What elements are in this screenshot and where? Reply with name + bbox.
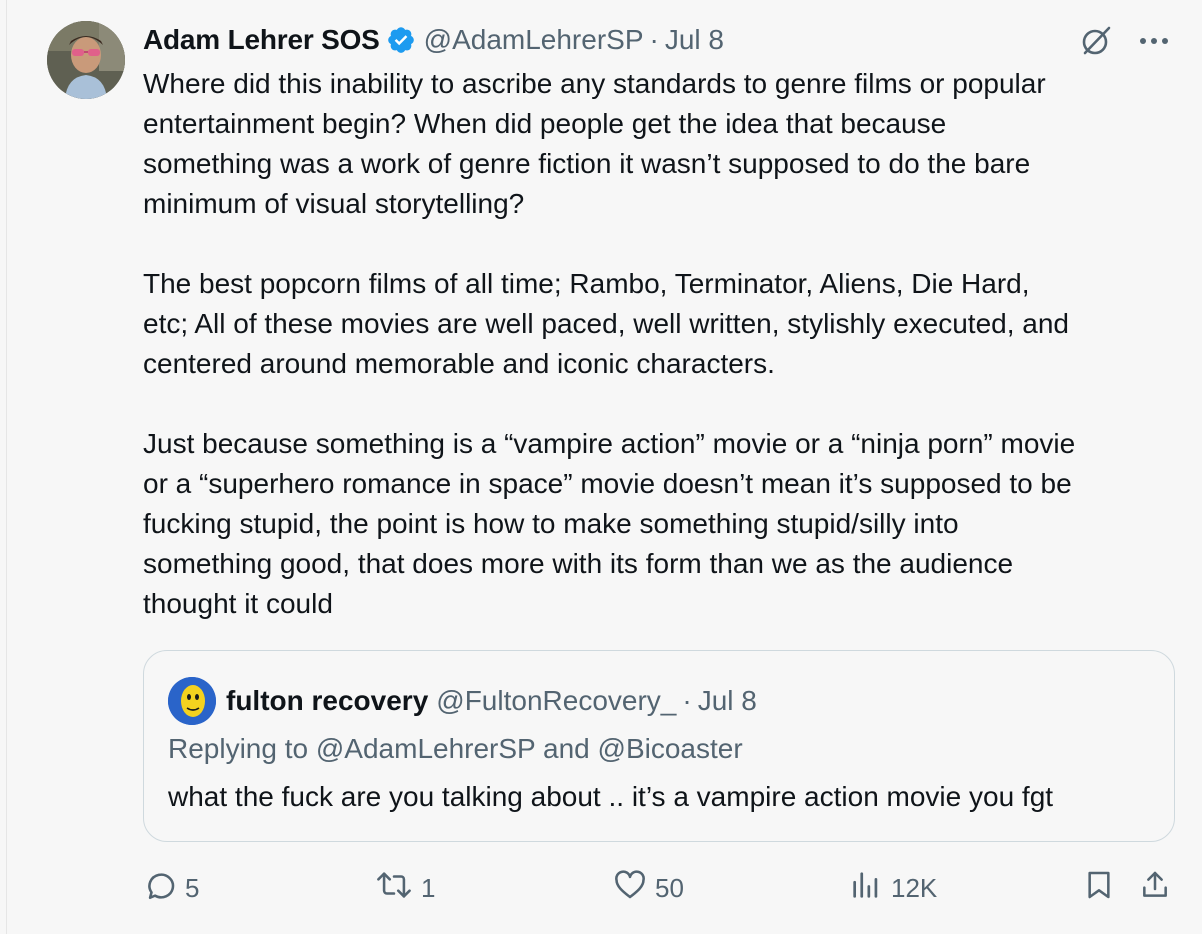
views-count: 12K: [891, 873, 938, 903]
like-button[interactable]: 50: [613, 868, 684, 909]
replying-mention-1[interactable]: @AdamLehrerSP: [316, 733, 535, 764]
author-name[interactable]: Adam Lehrer SOS: [143, 24, 380, 56]
quote-date[interactable]: Jul 8: [698, 685, 757, 717]
like-count: 50: [655, 873, 684, 903]
quote-author-name[interactable]: fulton recovery: [226, 685, 428, 717]
tweet-card: Adam Lehrer SOS @AdamLehrerSP · Jul 8 Wh: [6, 0, 1202, 934]
tweet-date[interactable]: Jul 8: [665, 24, 724, 56]
reply-button[interactable]: 5: [143, 868, 199, 909]
reply-count: 5: [185, 873, 200, 903]
top-actions: [1079, 24, 1169, 58]
bookmark-button[interactable]: [1083, 868, 1115, 909]
views-icon: [849, 868, 883, 909]
quote-header: fulton recovery @FultonRecovery_ · Jul 8: [168, 677, 757, 725]
reply-icon: [143, 868, 177, 909]
retweet-icon: [375, 868, 413, 909]
quoted-tweet[interactable]: fulton recovery @FultonRecovery_ · Jul 8…: [143, 650, 1175, 842]
verified-badge-icon: [386, 25, 416, 55]
retweet-button[interactable]: 1: [375, 868, 435, 909]
author-handle[interactable]: @AdamLehrerSP: [424, 24, 644, 56]
more-icon[interactable]: [1139, 36, 1169, 46]
tweet-text: Where did this inability to ascribe any …: [143, 68, 1076, 619]
replying-prefix: Replying to: [168, 733, 316, 764]
separator-dot: ·: [649, 24, 659, 55]
replying-and: and: [535, 733, 598, 764]
retweet-count: 1: [421, 873, 436, 903]
quote-author-handle[interactable]: @FultonRecovery_: [436, 685, 676, 717]
like-icon: [613, 868, 647, 909]
grok-icon[interactable]: [1079, 24, 1113, 58]
views-button[interactable]: 12K: [849, 868, 937, 909]
bookmark-icon: [1083, 868, 1115, 909]
quote-avatar[interactable]: [168, 677, 216, 725]
replying-mention-2[interactable]: @Bicoaster: [598, 733, 743, 764]
quote-text: what the fuck are you talking about .. i…: [168, 781, 1054, 812]
share-icon: [1139, 868, 1171, 909]
share-button[interactable]: [1139, 868, 1171, 909]
quote-separator-dot: ·: [682, 685, 692, 716]
action-bar: 5 1 50 12K: [143, 868, 1175, 912]
replying-to: Replying to @AdamLehrerSP and @Bicoaster: [168, 733, 743, 765]
tweet-header: Adam Lehrer SOS @AdamLehrerSP · Jul 8: [143, 20, 724, 60]
author-avatar[interactable]: [47, 21, 125, 99]
